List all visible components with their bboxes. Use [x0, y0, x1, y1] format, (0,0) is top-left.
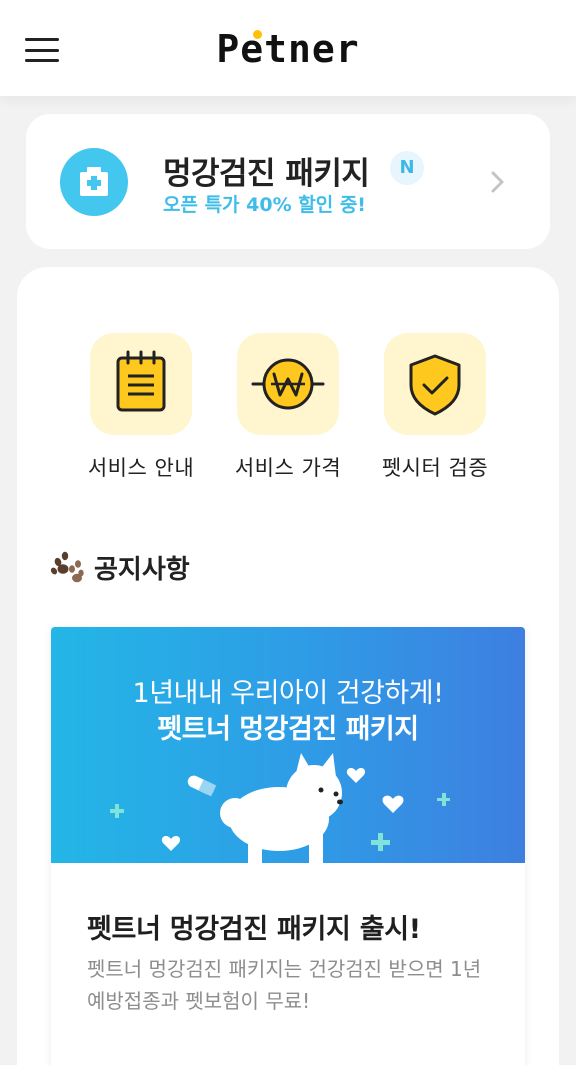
shield-check-icon — [384, 333, 486, 435]
notice-title: 펫트너 멍강검진 패키지 출시! — [87, 914, 421, 945]
won-coin-icon — [237, 333, 339, 435]
banner-subheadline: 펫트너 멍강검진 패키지 — [157, 714, 419, 745]
service-price-button[interactable]: 서비스 가격 — [208, 333, 368, 482]
banner-headline: 1년내내 우리아이 건강하게! — [132, 678, 444, 709]
chevron-right-icon — [491, 171, 504, 193]
new-badge: N — [390, 151, 424, 185]
service-guide-button[interactable]: 서비스 안내 — [61, 333, 221, 482]
top-app-bar: Petner — [0, 0, 576, 96]
service-shortcuts: 서비스 안내 서비스 가격 펫시터 검증 — [17, 333, 559, 493]
service-guide-label: 서비스 안내 — [87, 456, 195, 480]
notice-description: 펫트너 멍강검진 패키지는 건강검진 받으면 1년 예방접종과 펫보험이 무료! — [87, 957, 482, 1013]
notice-section-title: 공지사항 — [94, 554, 190, 585]
paw-print-icon — [50, 551, 84, 583]
notice-section-header: 공지사항 — [50, 547, 190, 587]
package-title: 멍강검진 패키지 — [163, 156, 370, 192]
hospital-icon — [60, 148, 128, 216]
sitter-verification-label: 펫시터 검증 — [381, 456, 489, 480]
notepad-icon — [90, 333, 192, 435]
health-package-card[interactable]: 멍강검진 패키지 N 오픈 특가 40% 할인 중! — [26, 114, 550, 249]
sitter-verification-button[interactable]: 펫시터 검증 — [355, 333, 515, 482]
app-logo[interactable]: Petner — [0, 26, 576, 72]
service-price-label: 서비스 가격 — [234, 456, 342, 480]
main-content-card: 서비스 안내 서비스 가격 펫시터 검증 공지사항 1년내내 우리아이 건강하게… — [17, 267, 559, 1065]
notice-card[interactable]: 1년내내 우리아이 건강하게! 펫트너 멍강검진 패키지 펫트너 멍강검진 패키… — [51, 627, 525, 1065]
app-screen: Petner 멍강검진 패키지 N 오픈 특가 40% 할인 중! 서비스 안내… — [0, 0, 576, 1065]
package-promo-text: 오픈 특가 40% 할인 중! — [163, 194, 366, 216]
notice-banner-image: 1년내내 우리아이 건강하게! 펫트너 멍강검진 패키지 — [51, 627, 525, 863]
